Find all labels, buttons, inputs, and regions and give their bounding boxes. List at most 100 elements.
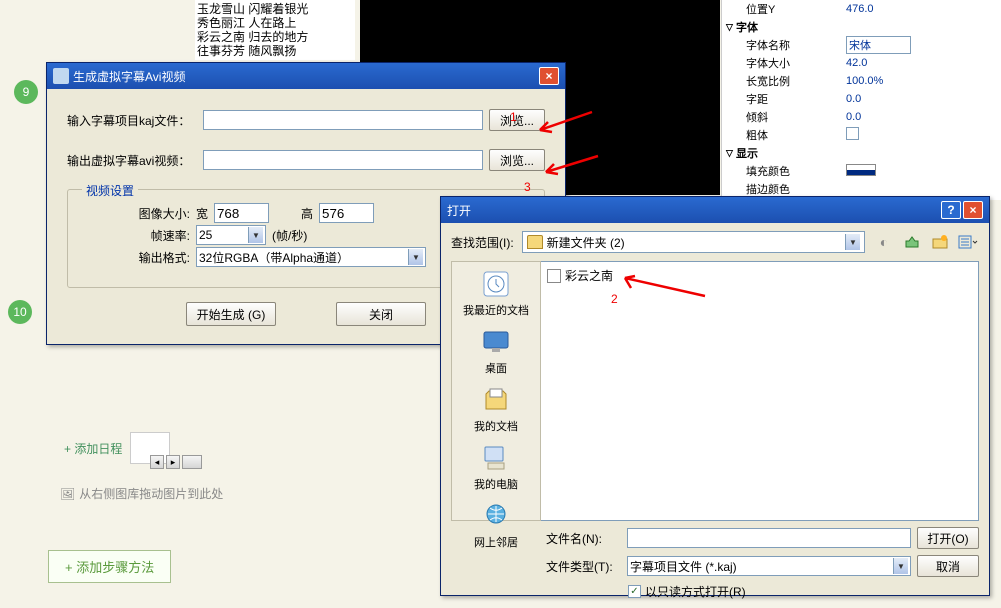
place-mydocs[interactable]: 我的文档 bbox=[456, 384, 536, 434]
prop-fontname-value[interactable]: 宋体 bbox=[846, 36, 1001, 54]
place-label: 网上邻居 bbox=[474, 534, 518, 550]
computer-icon bbox=[480, 442, 512, 474]
prop-fill-value[interactable] bbox=[846, 164, 1001, 179]
browse-output-button[interactable]: 浏览... bbox=[489, 149, 545, 171]
chevron-down-icon: ▼ bbox=[248, 227, 263, 243]
width-field[interactable] bbox=[214, 203, 269, 223]
collapse-icon[interactable]: ▽ bbox=[726, 22, 733, 33]
app-icon bbox=[53, 68, 69, 84]
chevron-down-icon: ▼ bbox=[845, 234, 860, 250]
lookin-select[interactable]: 新建文件夹 (2) ▼ bbox=[522, 231, 865, 253]
add-schedule-link[interactable]: + 添加日程 bbox=[64, 440, 122, 457]
browse-input-button[interactable]: 浏览... bbox=[489, 109, 545, 131]
song-list: 玉龙雪山 闪耀着银光 秀色丽江 人在路上 彩云之南 归去的地方 往事芬芳 随风飘… bbox=[195, 0, 355, 60]
close-button[interactable]: 关闭 bbox=[336, 302, 426, 326]
fps-select[interactable]: 25▼ bbox=[196, 225, 266, 245]
close-icon[interactable]: × bbox=[963, 201, 983, 219]
place-label: 我的电脑 bbox=[474, 476, 518, 492]
format-label: 输出格式: bbox=[80, 249, 190, 266]
help-icon[interactable]: ? bbox=[941, 201, 961, 219]
place-label: 我的文档 bbox=[474, 418, 518, 434]
prop-posy-label: 位置Y bbox=[746, 1, 846, 17]
dialog-titlebar[interactable]: 打开 ? × bbox=[441, 197, 989, 223]
prop-spacing-label: 字距 bbox=[746, 91, 846, 107]
output-avi-label: 输出虚拟字幕avi视频： bbox=[67, 152, 197, 169]
documents-icon bbox=[480, 384, 512, 416]
cancel-button[interactable]: 取消 bbox=[917, 555, 979, 577]
places-bar: 我最近的文档 桌面 我的文档 我的电脑 网上邻居 bbox=[451, 261, 541, 521]
properties-panel: 位置Y476.0 ▽字体 字体名称宋体 字体大小42.0 长宽比例100.0% … bbox=[721, 0, 1001, 200]
close-icon[interactable]: × bbox=[539, 67, 559, 85]
prop-fontsize-label: 字体大小 bbox=[746, 55, 846, 71]
place-recent[interactable]: 我最近的文档 bbox=[456, 268, 536, 318]
new-folder-icon[interactable] bbox=[929, 231, 951, 253]
prop-skew-value[interactable]: 0.0 bbox=[846, 111, 1001, 123]
place-network[interactable]: 网上邻居 bbox=[456, 500, 536, 550]
scroll-right-icon[interactable]: ▸ bbox=[166, 455, 180, 469]
view-menu-icon[interactable] bbox=[957, 231, 979, 253]
prop-font-header: 字体 bbox=[736, 19, 758, 35]
readonly-checkbox[interactable]: ✓ bbox=[628, 585, 641, 598]
folder-icon bbox=[527, 235, 543, 249]
add-step-button[interactable]: + 添加步骤方法 bbox=[48, 550, 171, 583]
filename-label: 文件名(N): bbox=[546, 530, 621, 547]
recent-icon bbox=[480, 268, 512, 300]
annotation-2: 2 bbox=[611, 292, 618, 306]
toolbar-behind: + 添加日程 bbox=[60, 428, 440, 468]
scroll-thumb[interactable] bbox=[182, 455, 202, 469]
scroll-left-icon[interactable]: ◂ bbox=[150, 455, 164, 469]
width-label: 宽 bbox=[196, 205, 208, 222]
dialog-titlebar[interactable]: 生成虚拟字幕Avi视频 × bbox=[47, 63, 565, 89]
prop-bold-checkbox[interactable] bbox=[846, 127, 1001, 143]
fps-label: 帧速率: bbox=[80, 227, 190, 244]
prop-fontname-label: 字体名称 bbox=[746, 37, 846, 53]
drop-hint: 🖼 从右侧图库拖动图片到此处 bbox=[60, 485, 223, 502]
lookin-label: 查找范围(I): bbox=[451, 234, 514, 251]
up-icon[interactable] bbox=[901, 231, 923, 253]
place-label: 桌面 bbox=[485, 360, 507, 376]
prop-fill-label: 填充颜色 bbox=[746, 163, 846, 179]
input-kaj-field[interactable] bbox=[203, 110, 483, 130]
filename-field[interactable] bbox=[627, 528, 911, 548]
step-badge-10: 10 bbox=[8, 300, 32, 324]
prop-skew-label: 倾斜 bbox=[746, 109, 846, 125]
prop-fontsize-value[interactable]: 42.0 bbox=[846, 57, 1001, 69]
network-icon bbox=[480, 500, 512, 532]
file-item-label: 彩云之南 bbox=[565, 267, 613, 284]
video-settings-legend: 视频设置 bbox=[82, 182, 138, 199]
step-badge-9: 9 bbox=[14, 80, 38, 104]
prop-posy-value[interactable]: 476.0 bbox=[846, 3, 1001, 15]
desktop-icon bbox=[480, 326, 512, 358]
file-icon bbox=[547, 269, 561, 283]
file-item[interactable]: 彩云之南 bbox=[545, 266, 974, 285]
place-desktop[interactable]: 桌面 bbox=[456, 326, 536, 376]
filetype-select[interactable]: 字幕项目文件 (*.kaj)▼ bbox=[627, 556, 911, 576]
image-size-label: 图像大小: bbox=[80, 205, 190, 222]
prop-spacing-value[interactable]: 0.0 bbox=[846, 93, 1001, 105]
output-avi-field[interactable] bbox=[203, 150, 483, 170]
fps-unit: (帧/秒) bbox=[272, 227, 307, 244]
filetype-label: 文件类型(T): bbox=[546, 558, 621, 575]
start-generate-button[interactable]: 开始生成 (G) bbox=[186, 302, 276, 326]
collapse-icon[interactable]: ▽ bbox=[726, 148, 733, 159]
prop-ratio-value[interactable]: 100.0% bbox=[846, 75, 1001, 87]
open-button[interactable]: 打开(O) bbox=[917, 527, 979, 549]
open-file-dialog: 打开 ? × 查找范围(I): 新建文件夹 (2) ▼ ◐ bbox=[440, 196, 990, 596]
file-list[interactable]: 彩云之南 2 bbox=[541, 261, 979, 521]
place-label: 我最近的文档 bbox=[463, 302, 529, 318]
place-mycomputer[interactable]: 我的电脑 bbox=[456, 442, 536, 492]
prop-display-header: 显示 bbox=[736, 145, 758, 161]
chevron-down-icon: ▼ bbox=[408, 249, 423, 265]
format-select[interactable]: 32位RGBA（带Alpha通道）▼ bbox=[196, 247, 426, 267]
prop-stroke-label: 描边颜色 bbox=[746, 181, 846, 197]
dialog-title: 打开 bbox=[447, 202, 471, 219]
height-field[interactable] bbox=[319, 203, 374, 223]
prop-ratio-label: 长宽比例 bbox=[746, 73, 846, 89]
prop-bold-label: 粗体 bbox=[746, 127, 846, 143]
readonly-label: 以只读方式打开(R) bbox=[645, 583, 746, 600]
back-icon[interactable]: ◐ bbox=[873, 231, 895, 253]
height-label: 高 bbox=[301, 205, 313, 222]
image-icon: 🖼 bbox=[60, 487, 75, 501]
scroll-buttons: ◂ ▸ bbox=[150, 455, 202, 469]
chevron-down-icon: ▼ bbox=[893, 558, 908, 574]
